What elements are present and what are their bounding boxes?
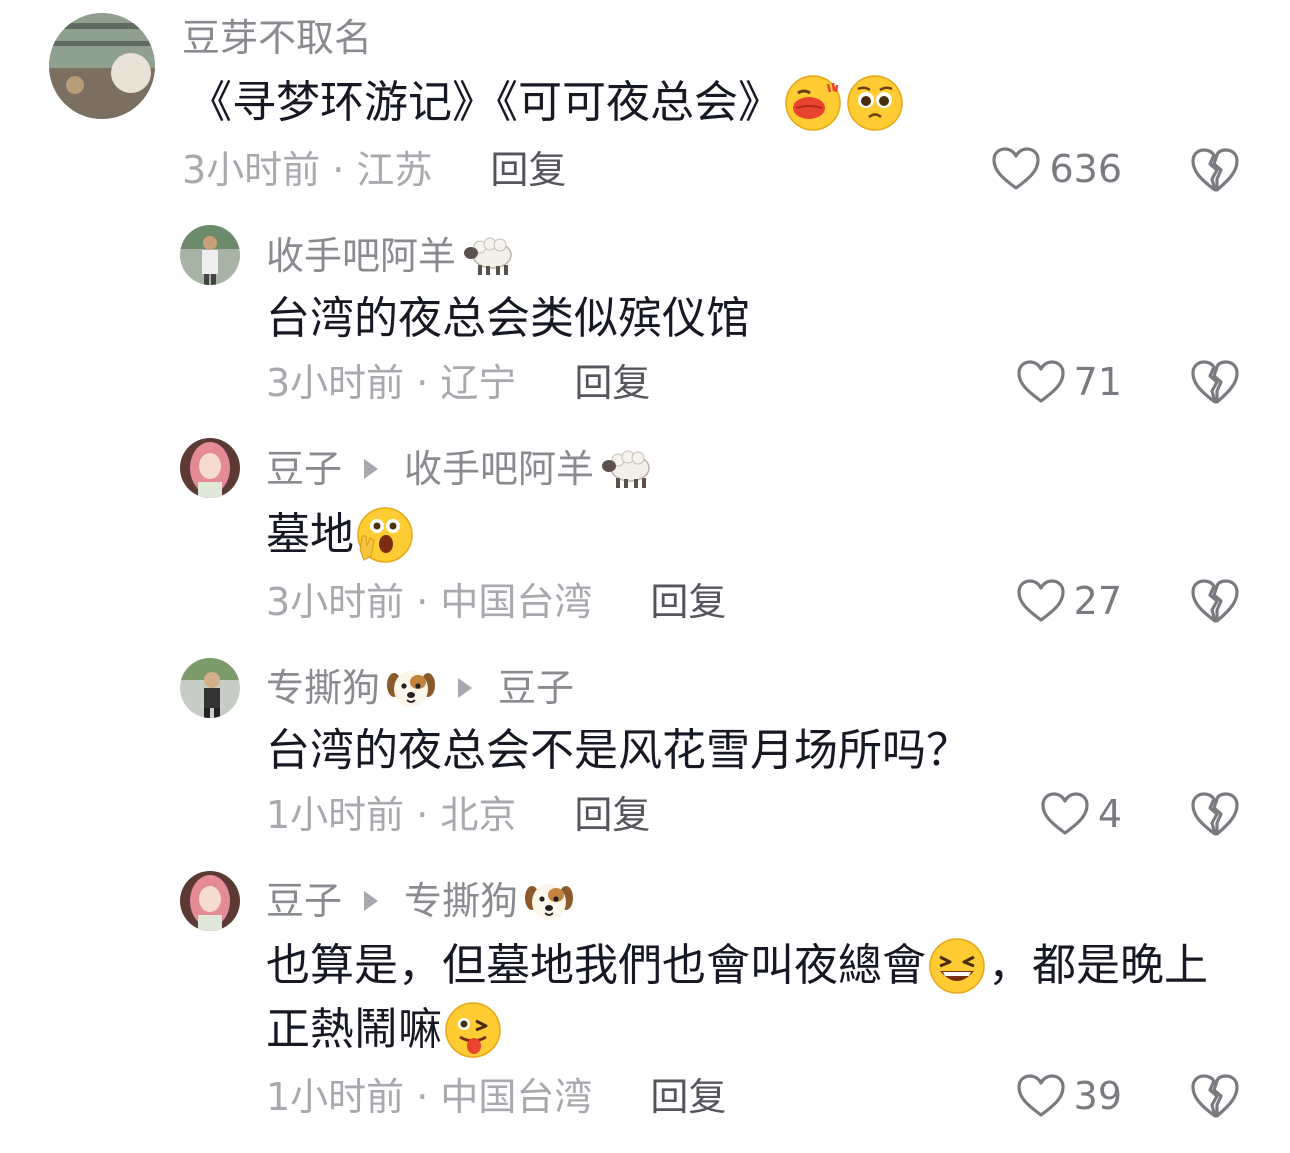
avatar[interactable] (49, 13, 155, 119)
dislike-button[interactable] (1190, 1072, 1240, 1120)
reply-arrow-icon (458, 678, 473, 698)
sheep-emoji (462, 235, 514, 277)
kiss-emoji (784, 74, 842, 132)
broken-heart-icon (1190, 146, 1240, 194)
comment-author[interactable]: 收手吧阿羊 (266, 232, 514, 280)
author-name[interactable]: 豆子 (266, 877, 342, 925)
heart-icon (1040, 791, 1090, 837)
sheep-emoji (600, 448, 652, 490)
avatar[interactable] (180, 438, 240, 498)
dog-emoji (386, 665, 436, 711)
time-location: 3小时前 · 辽宁 (266, 361, 517, 405)
like-button[interactable]: 636 (991, 146, 1122, 192)
comment-text: 墓地 (266, 504, 416, 566)
like-button[interactable]: 4 (1040, 791, 1122, 837)
comment-text: 台湾的夜总会类似殡仪馆 (266, 288, 750, 350)
reply-arrow-icon (364, 459, 379, 479)
heart-icon (1016, 578, 1066, 624)
dislike-button[interactable] (1190, 790, 1240, 838)
comment-text-tail: ，都是晚上 (988, 940, 1208, 991)
like-count: 4 (1097, 792, 1122, 836)
time-location: 3小时前 · 中国台湾 (266, 580, 593, 624)
comment-text-body-2: 正熱鬧嘛 (266, 1004, 442, 1055)
reply-to-name[interactable]: 收手吧阿羊 (404, 445, 594, 493)
like-count: 71 (1073, 360, 1122, 404)
comment-text-body: 台湾的夜总会不是风花雪月场所吗？ (266, 725, 970, 776)
like-count: 636 (1049, 147, 1122, 191)
comment-meta: 1小时前 · 北京 回复 (266, 791, 650, 839)
comment-author[interactable]: 豆芽不取名 (182, 14, 372, 62)
broken-heart-icon (1190, 577, 1240, 625)
reply-arrow-icon (364, 891, 379, 911)
broken-heart-icon (1190, 358, 1240, 406)
like-button[interactable]: 71 (1016, 359, 1122, 405)
reply-button[interactable]: 回复 (574, 791, 650, 839)
comment-meta: 1小时前 · 中国台湾 回复 (266, 1073, 726, 1121)
reply-button[interactable]: 回复 (650, 578, 726, 626)
broken-heart-icon (1190, 790, 1240, 838)
dislike-button[interactable] (1190, 146, 1240, 194)
comment-text-line-2: 正熱鬧嘛 (266, 999, 504, 1061)
dislike-button[interactable] (1190, 358, 1240, 406)
like-button[interactable]: 27 (1016, 578, 1122, 624)
heart-icon (1016, 1073, 1066, 1119)
comment-author[interactable]: 豆子 专撕狗 (266, 877, 574, 925)
comment-meta: 3小时前 · 江苏 回复 (182, 146, 566, 194)
comment-text-body: 台湾的夜总会类似殡仪馆 (266, 293, 750, 344)
pleading-emoji (846, 74, 904, 132)
reply-to-name[interactable]: 豆子 (498, 664, 574, 712)
time-location: 1小时前 · 中国台湾 (266, 1075, 593, 1119)
shocked-emoji (356, 506, 414, 564)
author-name[interactable]: 豆子 (266, 445, 342, 493)
like-button[interactable]: 39 (1016, 1073, 1122, 1119)
comment-text: 《寻梦环游记》《可可夜总会》 (188, 72, 906, 134)
time-location: 3小时前 · 江苏 (182, 148, 433, 192)
reply-button[interactable]: 回复 (574, 359, 650, 407)
comment-meta: 3小时前 · 中国台湾 回复 (266, 578, 726, 626)
comment-text: 台湾的夜总会不是风花雪月场所吗？ (266, 720, 970, 782)
heart-icon (1016, 359, 1066, 405)
reply-button[interactable]: 回复 (490, 146, 566, 194)
reply-to-name[interactable]: 专撕狗 (404, 877, 518, 925)
time-location: 1小时前 · 北京 (266, 793, 517, 837)
author-name[interactable]: 收手吧阿羊 (266, 232, 456, 280)
wink-tongue-emoji (444, 1001, 502, 1059)
broken-heart-icon (1190, 1072, 1240, 1120)
avatar[interactable] (180, 658, 240, 718)
like-count: 27 (1073, 579, 1122, 623)
comment-text-body: 也算是，但墓地我們也會叫夜總會 (266, 940, 926, 991)
like-count: 39 (1073, 1074, 1122, 1118)
avatar[interactable] (180, 871, 240, 931)
author-name[interactable]: 专撕狗 (266, 664, 380, 712)
author-name[interactable]: 豆芽不取名 (182, 14, 372, 62)
dog-emoji (524, 878, 574, 924)
comment-author[interactable]: 豆子 收手吧阿羊 (266, 445, 652, 493)
avatar[interactable] (180, 225, 240, 285)
comment-text-body: 《寻梦环游记》《可可夜总会》 (188, 77, 782, 128)
dislike-button[interactable] (1190, 577, 1240, 625)
comment-text-line-1: 也算是，但墓地我們也會叫夜總會 ，都是晚上 (266, 935, 1208, 997)
comment-author[interactable]: 专撕狗 豆子 (266, 664, 574, 712)
heart-icon (991, 146, 1041, 192)
laughing-emoji (928, 937, 986, 995)
reply-button[interactable]: 回复 (650, 1073, 726, 1121)
comment-text-body: 墓地 (266, 509, 354, 560)
comment-meta: 3小时前 · 辽宁 回复 (266, 359, 650, 407)
